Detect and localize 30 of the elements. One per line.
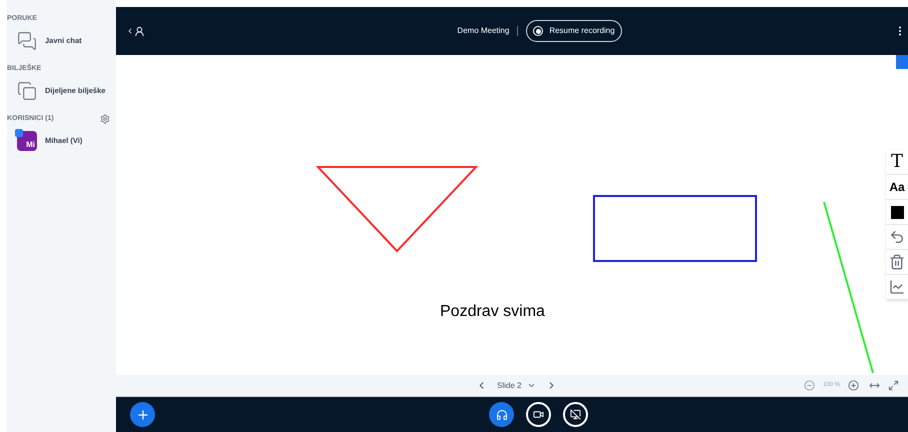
chat-icon: [17, 31, 37, 51]
chevron-left-icon: [126, 27, 134, 35]
camera-button[interactable]: [526, 402, 551, 427]
caret-icon: [527, 381, 536, 390]
user-avatar: Mi: [17, 131, 37, 151]
fit-width-icon[interactable]: [869, 380, 880, 391]
audio-button[interactable]: [489, 402, 514, 427]
user-list-toggle[interactable]: [126, 26, 145, 36]
text-tool[interactable]: T: [890, 153, 903, 171]
actions-button[interactable]: [130, 402, 155, 427]
recording-button[interactable]: Resume recording: [526, 20, 622, 42]
color-tool[interactable]: [890, 206, 904, 218]
font-size-tool[interactable]: Aa: [889, 178, 905, 196]
screen-share-off-icon: [570, 409, 581, 420]
notes-icon: [17, 81, 37, 101]
headphones-icon: [496, 408, 508, 420]
meeting-title: Demo Meeting: [457, 25, 510, 37]
plus-icon: [136, 408, 150, 422]
slide-text: Pozdrav svima: [440, 302, 545, 322]
undo-icon[interactable]: [889, 229, 905, 245]
settings-icon[interactable]: [100, 114, 110, 124]
trash-icon[interactable]: [889, 254, 905, 270]
slide-selector[interactable]: Slide 2: [497, 380, 536, 392]
zoom-in-icon[interactable]: [848, 380, 860, 391]
screen-share-button[interactable]: [563, 402, 588, 427]
camera-icon: [533, 409, 544, 420]
chart-icon[interactable]: [889, 279, 905, 295]
user-icon: [134, 26, 145, 36]
fullscreen-icon[interactable]: [888, 380, 900, 391]
presenter-badge: [15, 129, 23, 137]
